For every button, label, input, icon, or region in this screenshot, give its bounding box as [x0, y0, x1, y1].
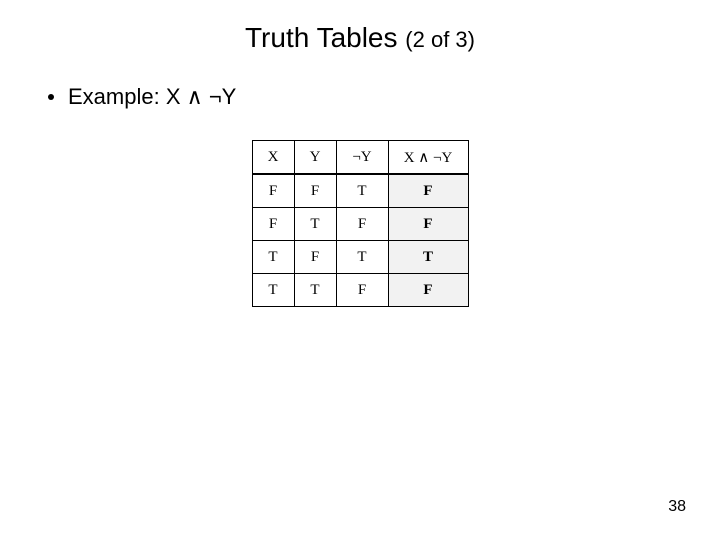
col-header-x: X — [252, 141, 294, 175]
page-number: 38 — [668, 498, 686, 516]
cell-result: F — [388, 208, 468, 241]
title-main: Truth Tables — [245, 22, 405, 53]
slide-title: Truth Tables (2 of 3) — [0, 0, 720, 54]
cell: F — [294, 241, 336, 274]
cell-result: F — [388, 274, 468, 307]
table-row: T F T T — [252, 241, 468, 274]
slide: Truth Tables (2 of 3) Example: X ∧ ¬Y X … — [0, 0, 720, 540]
col-header-result: X ∧ ¬Y — [388, 141, 468, 175]
col-header-y: Y — [294, 141, 336, 175]
truth-table: X Y ¬Y X ∧ ¬Y F F T F F T F F — [252, 140, 469, 307]
table-row: F F T F — [252, 174, 468, 208]
bullet-icon — [48, 94, 54, 100]
cell: F — [294, 174, 336, 208]
table-row: T T F F — [252, 274, 468, 307]
title-sub: (2 of 3) — [405, 27, 475, 52]
cell: F — [336, 274, 388, 307]
cell: T — [294, 208, 336, 241]
bullet-item: Example: X ∧ ¬Y — [48, 84, 720, 110]
cell: T — [336, 241, 388, 274]
table-row: F T F F — [252, 208, 468, 241]
table-header-row: X Y ¬Y X ∧ ¬Y — [252, 141, 468, 175]
cell: T — [336, 174, 388, 208]
cell: F — [336, 208, 388, 241]
bullet-text: Example: X ∧ ¬Y — [68, 84, 236, 110]
cell-result: F — [388, 174, 468, 208]
cell: T — [252, 241, 294, 274]
cell: T — [252, 274, 294, 307]
cell-result: T — [388, 241, 468, 274]
truth-table-container: X Y ¬Y X ∧ ¬Y F F T F F T F F — [0, 140, 720, 307]
col-header-not-y: ¬Y — [336, 141, 388, 175]
cell: F — [252, 174, 294, 208]
cell: F — [252, 208, 294, 241]
cell: T — [294, 274, 336, 307]
